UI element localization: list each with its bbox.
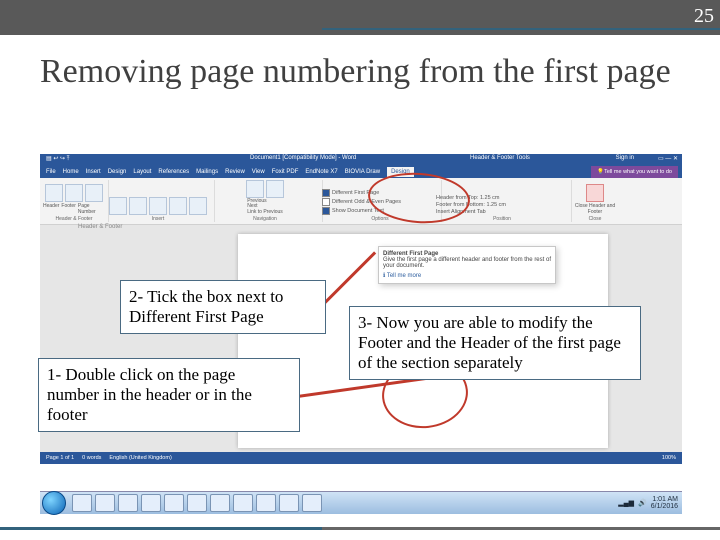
date-time-icon[interactable] (109, 197, 127, 215)
goto-footer-icon[interactable] (266, 180, 284, 198)
word-statusbar: Page 1 of 1 0 words English (United King… (40, 452, 682, 464)
word-titlebar: ▤ ↩ ↪ ⤒ Document1 [Compatibility Mode] -… (40, 154, 682, 166)
ribbon: Header Footer Page Number Header & Foote… (40, 178, 682, 225)
taskbar-app-viber[interactable] (256, 494, 276, 512)
footer-icon[interactable] (65, 184, 83, 202)
callout-step-1: 1- Double click on the page number in th… (38, 358, 300, 432)
tab-foxit[interactable]: Foxit PDF (272, 169, 299, 175)
quickparts-icon[interactable] (149, 197, 167, 215)
group-label-position: Position (493, 217, 511, 222)
tell-me-label: Tell me what you want to do (604, 169, 672, 175)
group-label-options: Options (371, 217, 388, 222)
tooltip-body: Give the first page a different header a… (383, 257, 551, 269)
taskbar-app-ie[interactable] (95, 494, 115, 512)
tab-biovia[interactable]: BIOVIA Draw (345, 169, 380, 175)
tab-mailings[interactable]: Mailings (196, 169, 218, 175)
close-hf-icon[interactable] (586, 184, 604, 202)
checkbox-icon (322, 189, 330, 197)
taskbar-app-skype[interactable] (302, 494, 322, 512)
group-label-hf: Header & Footer (56, 217, 93, 222)
btn-header[interactable]: Header (43, 203, 59, 215)
taskbar-apps (72, 494, 322, 512)
docinfo-icon[interactable] (129, 197, 147, 215)
signin-link[interactable]: Sign in (616, 155, 634, 161)
btn-footer[interactable]: Footer (61, 203, 75, 215)
taskbar-app-outlook[interactable] (141, 494, 161, 512)
tooltip-diff-first: Different First Page Give the first page… (378, 246, 556, 284)
slide: 25 Removing page numbering from the firs… (0, 0, 720, 540)
tab-view[interactable]: View (252, 169, 265, 175)
taskbar-app-onenote[interactable] (164, 494, 184, 512)
tray-clock[interactable]: 1:01 AM 6/1/2016 (651, 496, 678, 510)
qat-icon: ▤ ↩ ↪ ⤒ (46, 155, 69, 163)
tray-clock-date: 6/1/2016 (651, 503, 678, 510)
tab-home[interactable]: Home (63, 169, 79, 175)
tab-layout[interactable]: Layout (133, 169, 151, 175)
group-insert: Insert (102, 180, 215, 222)
taskbar-app-excel[interactable] (210, 494, 230, 512)
tab-references[interactable]: References (158, 169, 189, 175)
status-lang[interactable]: English (United Kingdom) (109, 455, 171, 461)
status-words[interactable]: 0 words (82, 455, 101, 461)
taskbar-app-media[interactable] (118, 494, 138, 512)
tray-volume-icon[interactable]: 🔊 (638, 499, 647, 507)
start-button[interactable] (42, 491, 66, 515)
slide-title: Removing page numbering from the first p… (40, 52, 680, 91)
header-footer-tag: Header & Footer (78, 224, 122, 230)
taskbar-app-chrome[interactable] (279, 494, 299, 512)
tab-design[interactable]: Design (108, 169, 127, 175)
status-page[interactable]: Page 1 of 1 (46, 455, 74, 461)
window-controls[interactable]: ▭ — ✕ (658, 155, 678, 162)
slide-number: 25 (694, 5, 714, 28)
tab-file[interactable]: File (46, 169, 56, 175)
group-label-nav: Navigation (253, 217, 277, 222)
tooltip-tellme[interactable]: ℹ Tell me more (383, 272, 551, 279)
callout-step-2: 2- Tick the box next to Different First … (120, 280, 326, 334)
tab-endnote[interactable]: EndNote X7 (305, 169, 337, 175)
pos-from-top-val: 1.25 cm (480, 195, 500, 201)
tell-me-box[interactable]: 💡 Tell me what you want to do (591, 166, 678, 178)
header-icon[interactable] (45, 184, 63, 202)
pictures-icon[interactable] (169, 197, 187, 215)
tab-review[interactable]: Review (225, 169, 245, 175)
checkbox-icon (322, 207, 330, 215)
taskbar-app-explorer[interactable] (72, 494, 92, 512)
system-tray[interactable]: ▂▄▆ 🔊 1:01 AM 6/1/2016 (618, 496, 682, 510)
tab-insert[interactable]: Insert (86, 169, 101, 175)
ribbon-tabs: File Home Insert Design Layout Reference… (40, 166, 682, 178)
tray-network-icon[interactable]: ▂▄▆ (618, 499, 634, 507)
callout-step-3: 3- Now you are able to modify the Footer… (349, 306, 641, 380)
checkbox-icon (322, 198, 330, 206)
pos-from-bottom-val: 1.25 cm (486, 202, 506, 208)
windows-taskbar: ▂▄▆ 🔊 1:01 AM 6/1/2016 (40, 491, 682, 514)
group-close: Close Header and Footer Close (564, 180, 626, 222)
group-header-footer: Header Footer Page Number Header & Foote… (40, 180, 109, 222)
goto-header-icon[interactable] (246, 180, 264, 198)
word-title-center: Document1 [Compatibility Mode] - Word (250, 155, 356, 161)
group-label-insert: Insert (152, 217, 165, 222)
online-pictures-icon[interactable] (189, 197, 207, 215)
header-accent (322, 28, 720, 30)
tooltip-tellme-label: Tell me more (387, 273, 421, 279)
taskbar-app-word[interactable] (187, 494, 207, 512)
close-hf-label[interactable]: Close Header and Footer (567, 203, 623, 215)
group-label-close: Close (589, 217, 602, 222)
nav-link[interactable]: Link to Previous (247, 210, 283, 216)
taskbar-app-powerpoint[interactable] (233, 494, 253, 512)
tray-clock-time: 1:01 AM (651, 496, 678, 503)
group-navigation: Previous Next Link to Previous Navigatio… (208, 180, 323, 222)
status-zoom[interactable]: 100% (662, 455, 676, 461)
word-title-context: Header & Footer Tools (470, 155, 530, 161)
btn-pagenum[interactable]: Page Number (78, 203, 105, 215)
page-number-icon[interactable] (85, 184, 103, 202)
footer-rule (0, 527, 720, 530)
